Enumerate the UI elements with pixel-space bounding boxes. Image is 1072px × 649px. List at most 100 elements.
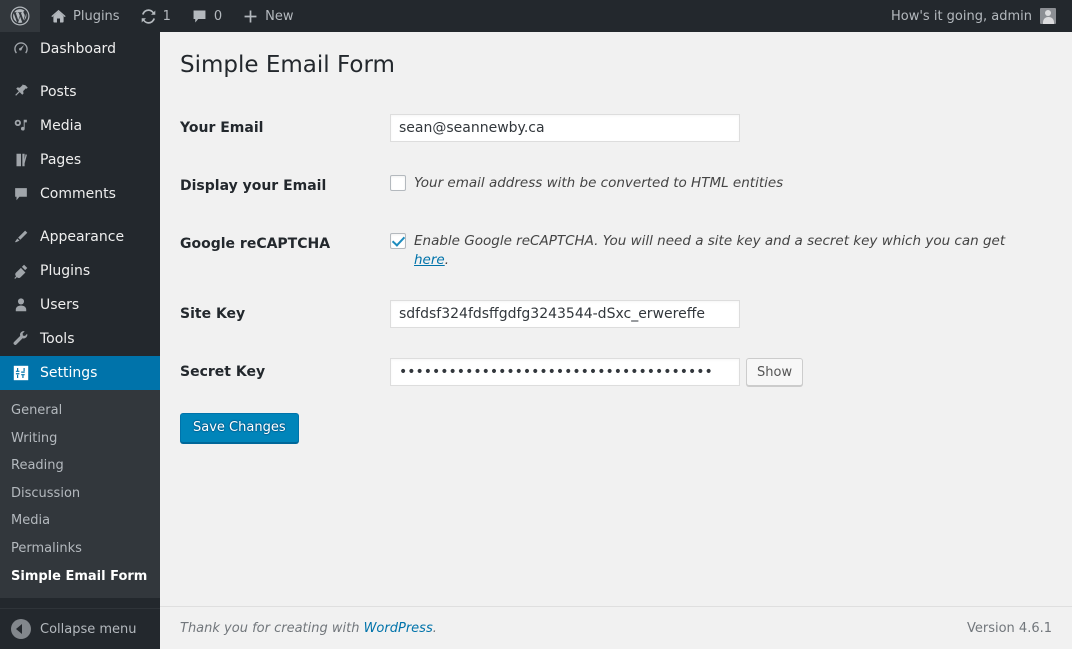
admin-bar-item-comments[interactable]: 0 [181,0,232,32]
secret-key-input[interactable] [390,358,740,387]
admin-bar-new-label: New [265,8,294,24]
settings-submenu: General Writing Reading Discussion Media… [0,390,160,599]
sidebar-item-users[interactable]: Users [0,288,160,322]
display-email-checkbox[interactable] [390,175,406,192]
sidebar-item-label: Posts [40,84,77,100]
site-key-input[interactable] [390,300,740,329]
secret-key-row: Show [390,358,1042,387]
pin-icon [11,82,31,102]
admin-sidebar: Dashboard Posts Media Pages Comments App… [0,32,168,649]
sidebar-item-label: Users [40,297,80,313]
recaptcha-checkbox-row: Enable Google reCAPTCHA. You will need a… [390,230,1042,270]
recaptcha-here-link[interactable]: here [414,252,445,268]
admin-bar-site-label: Plugins [73,8,120,24]
sidebar-item-posts[interactable]: Posts [0,75,160,109]
sidebar-item-label: Settings [40,365,98,381]
wordpress-logo-icon [10,6,30,26]
admin-bar-left: Plugins 1 0 New [0,0,304,32]
collapse-arrow-icon [11,619,31,639]
footer-thanks-before: Thank you for creating with [180,620,364,636]
display-email-description: Your email address with be converted to … [414,175,784,192]
users-icon [11,295,31,315]
submenu-item-media[interactable]: Media [0,507,160,535]
admin-bar-comments-count: 0 [213,8,223,24]
media-icon [11,116,31,136]
collapse-menu-button[interactable]: Collapse menu [0,608,160,649]
table-row-recaptcha: Google reCAPTCHA Enable Google reCAPTCHA… [180,215,1052,285]
table-row-your-email: Your Email [180,99,1052,157]
sidebar-item-label: Appearance [40,229,125,245]
sidebar-item-plugins[interactable]: Plugins [0,254,160,288]
menu-separator [0,211,160,220]
settings-icon [11,363,31,383]
updates-icon [140,8,157,25]
submenu-item-writing[interactable]: Writing [0,425,160,453]
admin-bar-right: How's it going, admin [883,0,1072,32]
recaptcha-checkbox[interactable] [390,233,406,250]
footer-wordpress-link[interactable]: WordPress [364,621,433,636]
dashboard-icon [11,39,31,59]
admin-bar: Plugins 1 0 New How's it going, admin [0,0,1072,32]
plus-icon [242,8,259,25]
label-your-email: Your Email [180,119,264,136]
footer-version: Version 4.6.1 [966,620,1052,636]
admin-bar-item-updates[interactable]: 1 [130,0,181,32]
submenu-item-discussion[interactable]: Discussion [0,480,160,508]
sidebar-item-pages[interactable]: Pages [0,143,160,177]
submenu-item-permalinks[interactable]: Permalinks [0,535,160,563]
field-google-recaptcha: Enable Google reCAPTCHA. You will need a… [380,215,1052,285]
field-your-email [380,99,1052,157]
label-google-recaptcha: Google reCAPTCHA [180,236,331,253]
comment-icon [191,8,208,25]
admin-bar-item-site-name[interactable]: Plugins [40,0,130,32]
label-display-your-email: Display your Email [180,178,327,195]
submenu-item-reading[interactable]: Reading [0,452,160,480]
appearance-icon [11,227,31,247]
label-site-key: Site Key [180,306,246,323]
admin-bar-updates-count: 1 [162,8,171,24]
admin-bar-item-new[interactable]: New [232,0,303,32]
sidebar-item-label: Comments [40,186,116,202]
footer-thanks-after: . [432,620,437,636]
submenu-item-simple-email-form[interactable]: Simple Email Form [0,563,160,591]
admin-footer: Thank you for creating with WordPress. V… [160,606,1072,649]
display-email-checkbox-row: Your email address with be converted to … [390,172,1042,193]
my-account-menu[interactable]: How's it going, admin [883,0,1064,32]
sidebar-item-label: Pages [40,152,82,168]
footer-thanks: Thank you for creating with WordPress. [180,621,437,636]
submit-area: Save Changes [180,401,1052,444]
recaptcha-description: Enable Google reCAPTCHA. You will need a… [414,232,1042,270]
settings-form-table: Your Email Display your Email Your email… [180,99,1052,402]
sidebar-item-tools[interactable]: Tools [0,322,160,356]
table-row-display-email: Display your Email Your email address wi… [180,157,1052,215]
sidebar-item-comments[interactable]: Comments [0,177,160,211]
sidebar-item-label: Dashboard [40,41,116,57]
recaptcha-description-before: Enable Google reCAPTCHA. You will need a… [414,233,1006,250]
label-secret-key: Secret Key [180,364,266,381]
howdy-label: How's it going, admin [891,8,1032,24]
table-row-secret-key: Secret Key Show [180,343,1052,401]
content-body: Simple Email Form Your Email Display you… [160,32,1072,444]
sidebar-item-label: Plugins [40,263,91,279]
field-display-your-email: Your email address with be converted to … [380,157,1052,215]
menu-separator [0,66,160,75]
wp-logo-menu[interactable] [0,0,40,32]
sidebar-item-settings[interactable]: Settings [0,356,168,390]
save-changes-button[interactable]: Save Changes [180,413,299,444]
plugins-icon [11,261,31,281]
sidebar-item-media[interactable]: Media [0,109,160,143]
show-secret-key-button[interactable]: Show [746,358,804,387]
tools-icon [11,329,31,349]
field-site-key [380,285,1052,343]
sidebar-item-appearance[interactable]: Appearance [0,220,160,254]
home-icon [50,8,67,25]
field-secret-key: Show [380,343,1052,401]
sidebar-item-label: Tools [40,331,75,347]
submenu-item-general[interactable]: General [0,397,160,425]
sidebar-item-dashboard[interactable]: Dashboard [0,32,160,66]
your-email-input[interactable] [390,113,740,142]
recaptcha-description-after: . [444,252,450,269]
page-title: Simple Email Form [180,52,395,78]
table-row-site-key: Site Key [180,285,1052,343]
comment-icon [11,184,31,204]
